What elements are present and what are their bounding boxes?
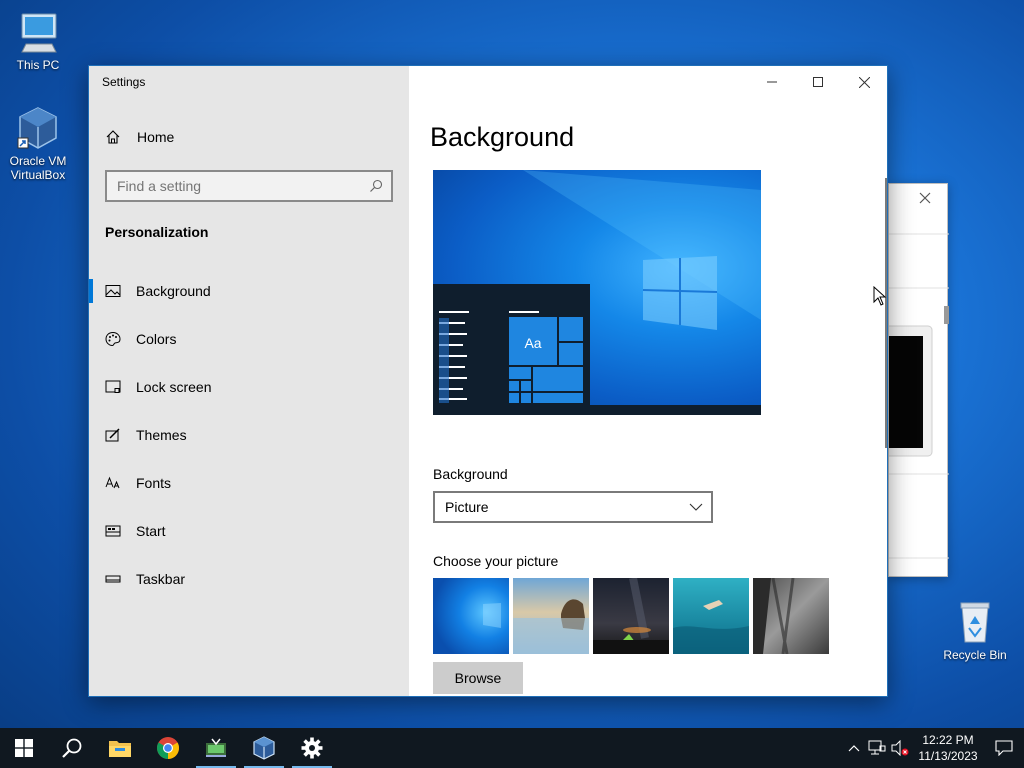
picture-thumb-rock-cliff[interactable] [753,577,829,655]
palette-icon [105,331,121,347]
desktop-preview-image: Aa [433,170,761,415]
nav-label: Background [136,283,211,299]
taskbar-chrome[interactable] [144,728,192,768]
settings-sidebar: Settings Home Personalization Background [89,66,409,696]
picture-thumb-beach-rock[interactable] [513,578,589,654]
windows-start-icon [15,739,33,757]
choose-picture-label: Choose your picture [433,553,559,569]
window-title: Settings [102,75,146,89]
nav-item-colors[interactable]: Colors [89,315,409,363]
notification-icon [995,740,1013,756]
taskbar-icon [105,571,121,587]
network-icon [868,740,886,755]
minimize-icon [767,81,777,83]
section-title: Personalization [105,224,209,240]
caption-buttons [749,66,887,98]
chevron-up-icon [848,745,860,752]
chrome-icon [157,737,179,759]
home-icon [105,129,121,145]
chevron-down-icon [689,500,703,517]
personalization-nav: Background Colors Lock screen Themes Fon… [89,267,409,603]
nav-label: Start [136,523,166,539]
settings-gear-icon [301,737,323,759]
nav-label: Lock screen [136,379,212,395]
background-type-dropdown[interactable]: Picture [433,491,713,523]
nav-item-taskbar[interactable]: Taskbar [89,555,409,603]
clock-date: 11/13/2023 [918,749,978,763]
file-explorer-icon [109,741,131,757]
taskbar-settings[interactable] [288,728,336,768]
lock-screen-icon [105,379,121,395]
desktop-icon-recycle-bin[interactable]: Recycle Bin [937,600,1013,662]
browse-button[interactable]: Browse [433,662,523,694]
close-icon [858,76,870,88]
nav-item-background[interactable]: Background [89,267,409,315]
taskbar-virtualbox[interactable] [240,728,288,768]
picture-thumb-underwater-swimmer[interactable] [673,578,749,654]
desktop-icon-this-pc[interactable]: This PC [0,10,76,72]
nav-label: Taskbar [136,571,186,587]
nav-item-fonts[interactable]: Fonts [89,459,409,507]
nav-item-start[interactable]: Start [89,507,409,555]
nav-label: Colors [136,331,177,347]
mouse-cursor-icon [873,286,887,306]
home-label: Home [137,129,175,145]
show-hidden-icons-button[interactable] [842,744,866,752]
desktop-icon-label: This PC [16,58,60,72]
background-window[interactable] [888,183,949,577]
maximize-button[interactable] [795,66,841,98]
app-icon [206,738,226,757]
taskbar-app[interactable] [192,728,240,768]
fonts-icon [105,475,121,491]
system-tray: 12:22 PM 11/13/2023 [842,728,1024,768]
nav-label: Fonts [136,475,172,491]
desktop-icon-label: Recycle Bin [943,648,1007,662]
close-button[interactable] [841,66,887,98]
virtualbox-icon [253,736,275,760]
nav-item-lock-screen[interactable]: Lock screen [89,363,409,411]
taskbar-search-button[interactable] [48,728,96,768]
picture-thumbnails [433,577,829,655]
background-window-content [889,192,949,559]
recycle-bin-icon [953,600,997,644]
search-icon [62,738,82,758]
preview-tile-text: Aa [524,335,541,351]
settings-content: Background Aa Background Picture Choose … [409,66,887,696]
virtualbox-icon [16,106,60,150]
picture-thumb-windows-blue[interactable] [433,578,509,654]
content-scrollbar[interactable] [885,178,887,448]
search-input[interactable] [117,178,391,194]
action-center-button[interactable] [984,740,1024,756]
start-button[interactable] [0,728,48,768]
nav-label: Themes [136,427,187,443]
background-label: Background [433,466,508,482]
start-icon [105,523,121,539]
home-nav-item[interactable]: Home [105,129,174,145]
settings-window[interactable]: Settings Home Personalization Background [88,65,888,697]
clock-time: 12:22 PM [922,733,974,747]
clock[interactable]: 12:22 PM 11/13/2023 [912,732,984,764]
network-button[interactable] [866,740,888,756]
background-type-value: Picture [445,499,489,515]
volume-button[interactable] [888,740,912,756]
desktop-icon-virtualbox[interactable]: Oracle VM VirtualBox [0,106,76,182]
computer-icon [16,10,60,54]
desktop-icon-label: Oracle VM VirtualBox [9,154,67,182]
taskbar-file-explorer[interactable] [96,728,144,768]
search-icon [369,179,383,196]
volume-muted-icon [891,740,909,756]
picture-thumb-night-sky-tent[interactable] [593,577,669,654]
page-title: Background [430,122,575,152]
themes-icon [105,427,121,443]
search-box[interactable] [105,170,393,202]
minimize-button[interactable] [749,66,795,98]
picture-icon [105,283,121,299]
taskbar: 12:22 PM 11/13/2023 [0,728,1024,768]
nav-item-themes[interactable]: Themes [89,411,409,459]
background-preview: Aa [433,170,761,415]
maximize-icon [813,77,823,87]
